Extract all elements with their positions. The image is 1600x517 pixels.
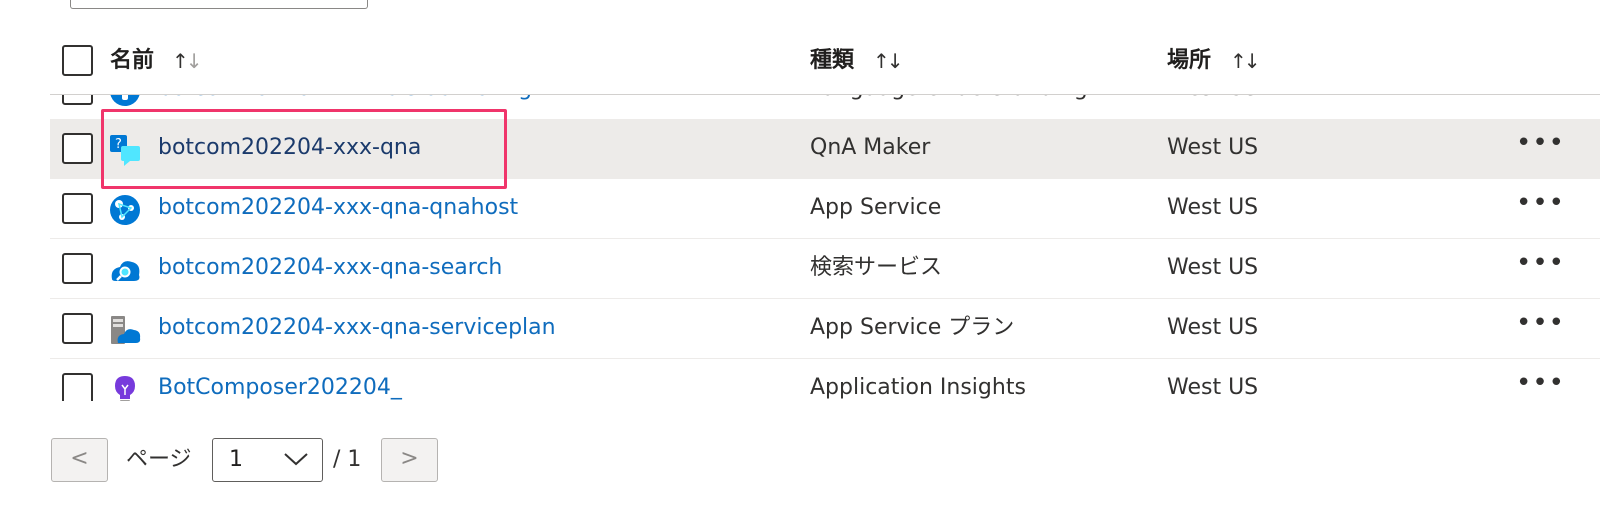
more-actions-button[interactable]: •••: [1516, 249, 1565, 277]
resource-type: Language Understanding: [810, 95, 1088, 103]
resource-name-link[interactable]: botcom202204-xxx-qna-qnahost: [158, 194, 518, 222]
more-actions-button[interactable]: •••: [1516, 309, 1565, 337]
row-checkbox[interactable]: [62, 133, 93, 164]
resource-type: 検索サービス: [810, 255, 943, 280]
row-checkbox[interactable]: [62, 373, 93, 401]
qna-maker-icon: ?: [110, 135, 140, 166]
table-row[interactable]: botcom202204-xxx-qna-serviceplan App Ser…: [50, 299, 1600, 359]
select-all-checkbox[interactable]: [62, 45, 93, 76]
page-select-value: 1: [229, 447, 243, 472]
resource-type: QnA Maker: [810, 135, 931, 160]
column-location-header[interactable]: 場所: [1167, 47, 1211, 75]
column-type-header[interactable]: 種類: [810, 47, 854, 75]
row-checkbox[interactable]: [62, 193, 93, 224]
sort-location-icon[interactable]: ↑↓: [1230, 47, 1260, 75]
row-checkbox[interactable]: [62, 313, 93, 344]
search-service-icon: [111, 261, 140, 281]
next-page-button[interactable]: >: [381, 438, 438, 482]
row-checkbox[interactable]: [62, 253, 93, 284]
app-service-plan-icon: [111, 316, 141, 344]
more-actions-button[interactable]: •••: [1516, 189, 1565, 217]
resource-name-link[interactable]: BotComposer202204_: [158, 374, 402, 401]
chevron-down-icon: [284, 453, 308, 466]
resource-location: West US: [1167, 195, 1259, 220]
resource-location: West US: [1167, 95, 1258, 103]
resource-type: Application Insights: [810, 375, 1026, 400]
resource-location: West US: [1167, 255, 1259, 280]
resource-location: West US: [1167, 375, 1259, 400]
row-checkbox[interactable]: [62, 95, 93, 105]
resource-type: App Service: [810, 195, 942, 220]
table-row[interactable]: botcom202204-xxx-luis-authoring Language…: [50, 95, 1600, 120]
resource-type: App Service プラン: [810, 315, 1015, 340]
resource-list[interactable]: botcom202204-xxx-luis-authoring Language…: [50, 95, 1600, 401]
filter-input[interactable]: [70, 0, 368, 9]
resource-name-link[interactable]: botcom202204-xxx-luis-authoring: [158, 95, 532, 103]
resource-name-link[interactable]: botcom202204-xxx-qna-search: [158, 254, 502, 282]
table-row[interactable]: ? botcom202204-xxx-qna QnA Maker West US…: [50, 119, 1600, 179]
column-name-header[interactable]: 名前: [110, 47, 154, 75]
app-service-icon: [110, 195, 140, 225]
resource-name-link[interactable]: botcom202204-xxx-qna-serviceplan: [158, 314, 556, 342]
sort-type-icon[interactable]: ↑↓: [873, 47, 903, 75]
page-total: / 1: [333, 447, 362, 472]
resource-location: West US: [1167, 135, 1259, 160]
table-row[interactable]: BotComposer202204_ Application Insights …: [50, 359, 1600, 401]
page-label: ページ: [126, 447, 192, 472]
application-insights-icon: [115, 376, 135, 401]
sort-name-icon[interactable]: ↑↓: [172, 47, 202, 75]
table-row[interactable]: botcom202204-xxx-qna-qnahost App Service…: [50, 179, 1600, 239]
svg-text:?: ?: [115, 137, 122, 152]
more-actions-button[interactable]: •••: [1516, 129, 1565, 157]
page-select[interactable]: 1: [212, 438, 323, 482]
prev-page-button[interactable]: <: [51, 438, 108, 482]
resource-name-link[interactable]: botcom202204-xxx-qna: [158, 134, 421, 162]
table-header: [0, 30, 1600, 94]
resource-location: West US: [1167, 315, 1259, 340]
more-actions-button[interactable]: •••: [1516, 369, 1565, 397]
language-understanding-icon: [110, 95, 140, 106]
table-row[interactable]: botcom202204-xxx-qna-search 検索サービス West …: [50, 239, 1600, 299]
